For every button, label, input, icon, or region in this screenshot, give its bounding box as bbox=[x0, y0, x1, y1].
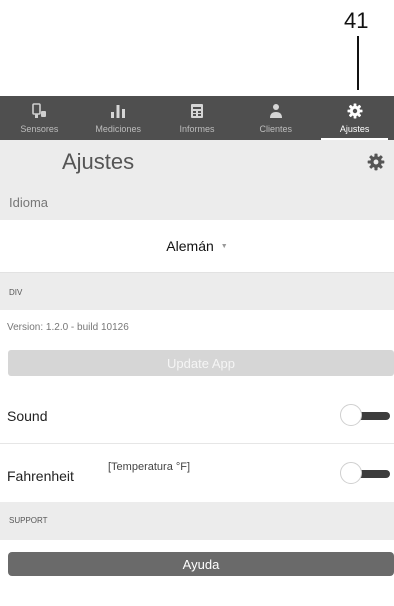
support-section-header: SUPPORT bbox=[0, 502, 394, 540]
language-section-header: Idioma bbox=[0, 186, 394, 220]
toggle-knob bbox=[340, 462, 362, 484]
update-app-button[interactable]: Update App bbox=[8, 350, 394, 376]
tab-label: Clientes bbox=[259, 124, 293, 134]
tab-informes[interactable]: Informes bbox=[158, 96, 237, 140]
tab-label: Ajustes bbox=[339, 124, 370, 134]
tab-ajustes[interactable]: Ajustes bbox=[315, 96, 394, 140]
fahrenheit-label: Fahrenheit bbox=[7, 468, 74, 484]
language-value: Alemán bbox=[166, 238, 214, 254]
tab-mediciones[interactable]: Mediciones bbox=[79, 96, 158, 140]
div-section-header: DIV bbox=[0, 272, 394, 310]
sensor-icon bbox=[29, 101, 49, 121]
page-header: Ajustes bbox=[0, 140, 394, 187]
gear-icon bbox=[345, 101, 365, 121]
version-text: Version: 1.2.0 - build 10126 bbox=[7, 322, 129, 333]
report-icon bbox=[187, 101, 207, 121]
fahrenheit-toggle[interactable] bbox=[340, 462, 390, 486]
bar-chart-icon bbox=[108, 101, 128, 121]
tab-label: Informes bbox=[179, 124, 215, 134]
language-row: Alemán ▼ bbox=[0, 220, 394, 272]
fahrenheit-description: [Temperatura °F] bbox=[108, 461, 191, 473]
gear-icon[interactable] bbox=[366, 152, 386, 172]
fahrenheit-row: Fahrenheit [Temperatura °F] bbox=[0, 446, 394, 502]
sound-row: Sound bbox=[0, 388, 394, 444]
clients-icon bbox=[266, 101, 286, 121]
tab-label: Mediciones bbox=[95, 124, 141, 134]
toggle-knob bbox=[340, 404, 362, 426]
dropdown-caret-icon: ▼ bbox=[220, 242, 228, 250]
tab-label: Sensores bbox=[20, 124, 59, 134]
tab-bar: Sensores Mediciones Informes Clientes Aj… bbox=[0, 96, 394, 140]
tab-clientes[interactable]: Clientes bbox=[236, 96, 315, 140]
callout-number: 41 bbox=[344, 8, 369, 33]
sound-label: Sound bbox=[7, 408, 48, 424]
page-title: Ajustes bbox=[62, 149, 135, 174]
sound-toggle[interactable] bbox=[340, 404, 390, 428]
language-select[interactable]: Alemán ▼ bbox=[166, 238, 227, 254]
tab-sensores[interactable]: Sensores bbox=[0, 96, 79, 140]
help-button[interactable]: Ayuda bbox=[8, 552, 394, 576]
callout-line bbox=[357, 36, 359, 90]
